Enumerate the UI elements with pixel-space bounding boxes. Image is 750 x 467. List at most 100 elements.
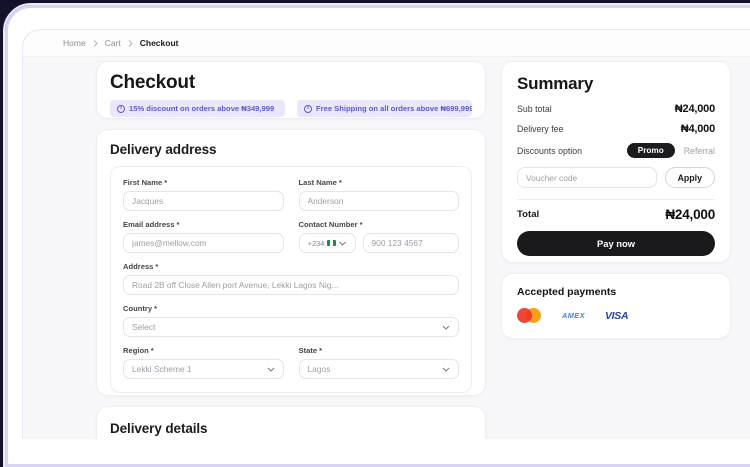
content-area: Checkout i 15% discount on orders above … [23,57,750,439]
last-name-field-group: Last Name* [299,178,460,211]
required-mark: * [154,304,157,313]
delivery-details-card: Delivery details [96,406,486,439]
address-label: Address* [123,262,459,271]
mastercard-icon [517,308,542,323]
address-field-group: Address* [123,262,459,295]
summary-column: Summary Sub total ₦24,000 Delivery fee ₦… [501,61,731,339]
checkout-column: Checkout i 15% discount on orders above … [96,61,486,439]
free-shipping-badge-text: Free Shipping on all orders above ₦699,9… [316,104,472,113]
discounts-row: Discounts option Promo Referral [517,143,715,158]
required-mark: * [319,346,322,355]
last-name-label-text: Last Name [299,178,337,187]
delivery-address-card: Delivery address First Name* Last Name* [96,129,486,396]
contact-field-group: Contact Number* +234 [299,220,460,253]
state-select-value: Lagos [308,364,331,374]
nigeria-flag-icon [327,240,336,246]
discount-badge: i 15% discount on orders above ₦349,999 [110,100,285,117]
state-select[interactable]: Lagos [299,359,460,379]
page-title: Checkout [110,72,472,94]
required-mark: * [155,262,158,271]
subtotal-row: Sub total ₦24,000 [517,103,715,115]
region-label-text: Region [123,346,149,355]
contact-inputs: +234 [299,233,460,253]
discounts-label: Discounts option [517,146,582,156]
last-name-label: Last Name* [299,178,460,187]
email-label-text: Email address [123,220,175,229]
accepted-payments-heading: Accepted payments [517,286,715,298]
delivery-address-form: First Name* Last Name* Email address* [110,166,472,393]
breadcrumb-cart[interactable]: Cart [105,38,121,48]
address-input[interactable] [123,275,459,295]
total-value: ₦24,000 [665,207,715,222]
delivery-fee-label: Delivery fee [517,124,563,134]
chevron-right-icon [128,40,133,47]
promo-tab[interactable]: Promo [627,143,675,158]
contact-label-text: Contact Number [299,220,358,229]
last-name-input[interactable] [299,191,460,211]
email-label: Email address* [123,220,284,229]
first-name-field-group: First Name* [123,178,284,211]
required-mark: * [339,178,342,187]
info-icon: i [304,105,312,113]
state-label: State* [299,346,460,355]
delivery-details-heading: Delivery details [110,421,472,436]
state-label-text: State [299,346,318,355]
country-label-text: Country [123,304,152,313]
dial-code-value: +234 [308,239,325,248]
referral-tab[interactable]: Referral [684,146,715,156]
required-mark: * [360,220,363,229]
region-label: Region* [123,346,284,355]
total-label: Total [517,209,539,220]
voucher-code-input[interactable] [517,167,657,188]
total-row: Total ₦24,000 [517,207,715,222]
dial-code-select[interactable]: +234 [299,233,356,253]
country-select-value: Select [132,322,155,332]
first-name-input[interactable] [123,191,284,211]
region-select-value: Lekki Scheme 1 [132,364,192,374]
summary-card: Summary Sub total ₦24,000 Delivery fee ₦… [501,61,731,263]
chevron-right-icon [93,40,98,47]
first-name-label: First Name* [123,178,284,187]
required-mark: * [164,178,167,187]
country-label: Country* [123,304,459,313]
email-input[interactable] [123,233,284,253]
checkout-header-card: Checkout i 15% discount on orders above … [96,61,486,119]
first-name-label-text: First Name [123,178,162,187]
required-mark: * [177,220,180,229]
chevron-down-icon [442,367,450,372]
info-icon: i [117,105,125,113]
chevron-down-icon [339,241,346,246]
apply-voucher-button[interactable]: Apply [665,167,715,188]
amex-icon: AMEX [562,311,585,320]
country-field-group: Country* Select [123,304,459,337]
pay-now-button[interactable]: Pay now [517,231,715,256]
region-field-group: Region* Lekki Scheme 1 [123,346,284,379]
checkout-page: Home Cart Checkout Checkout i 15% discou… [22,29,750,439]
discount-badge-text: 15% discount on orders above ₦349,999 [129,104,274,113]
country-select[interactable]: Select [123,317,459,337]
state-field-group: State* Lagos [299,346,460,379]
accepted-payments-card: Accepted payments AMEX VISA [501,273,731,339]
breadcrumb: Home Cart Checkout [23,30,750,57]
chevron-down-icon [267,367,275,372]
payment-method-icons: AMEX VISA [517,308,715,323]
breadcrumb-home[interactable]: Home [63,38,86,48]
visa-icon: VISA [605,310,628,322]
delivery-address-heading: Delivery address [110,142,472,157]
phone-number-input[interactable] [363,233,460,253]
subtotal-label: Sub total [517,104,552,114]
summary-divider [517,199,715,200]
promo-badges: i 15% discount on orders above ₦349,999 … [110,100,472,117]
chevron-down-icon [442,325,450,330]
address-label-text: Address [123,262,153,271]
delivery-fee-row: Delivery fee ₦4,000 [517,123,715,135]
subtotal-value: ₦24,000 [675,103,715,115]
region-select[interactable]: Lekki Scheme 1 [123,359,284,379]
required-mark: * [151,346,154,355]
free-shipping-badge: i Free Shipping on all orders above ₦699… [297,100,472,117]
summary-title: Summary [517,74,715,94]
discount-toggle: Promo Referral [627,143,715,158]
contact-label: Contact Number* [299,220,460,229]
email-field-group: Email address* [123,220,284,253]
delivery-fee-value: ₦4,000 [681,123,715,135]
